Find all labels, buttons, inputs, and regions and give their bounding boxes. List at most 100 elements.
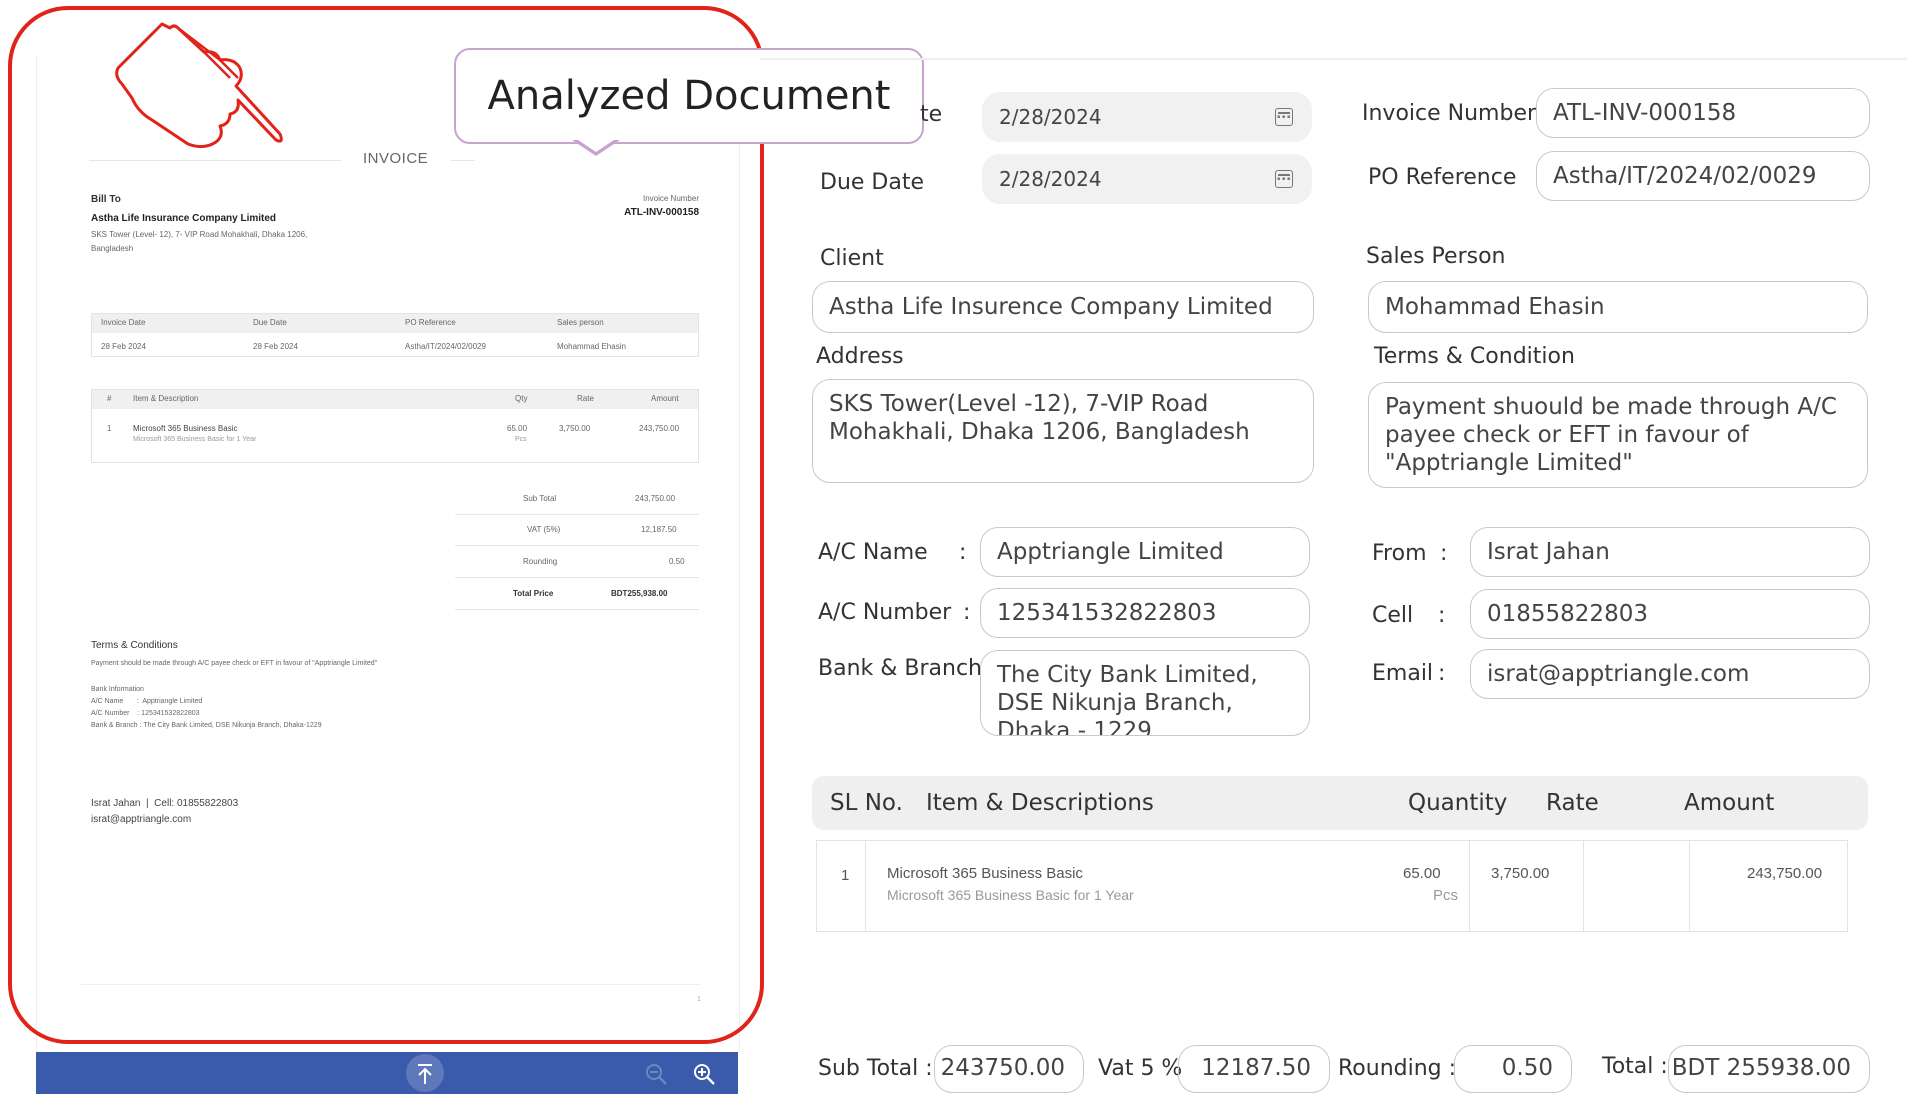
po-reference-field[interactable]: Astha/IT/2024/02/0029 — [1536, 151, 1870, 201]
top-divider — [760, 58, 1907, 60]
item-unit: Pcs — [515, 436, 527, 443]
row-item-desc: Microsoft 365 Business Basic for 1 Year — [887, 887, 1134, 903]
column-header-sl: SL No. — [830, 790, 903, 816]
preview-title: INVOICE — [363, 150, 429, 167]
column-header-rate: Rate — [1546, 790, 1599, 816]
column-divider — [1689, 841, 1690, 931]
vat-label: Vat 5 % — [1098, 1056, 1183, 1081]
total-label: Sub Total — [523, 494, 557, 503]
zoom-out-icon[interactable] — [644, 1062, 668, 1086]
page-footer-rule — [81, 984, 701, 985]
cell-value: 01855822803 — [1487, 601, 1648, 627]
contact-line: Israt Jahan | Cell: 01855822803 — [91, 798, 239, 809]
vat-field[interactable]: 12187.50 — [1178, 1045, 1330, 1093]
item-header-desc: Item & Description — [133, 394, 199, 403]
cell-field[interactable]: 01855822803 — [1470, 589, 1870, 639]
sub-total-label: Sub Total : — [818, 1056, 933, 1081]
callout-text: Analyzed Document — [487, 73, 891, 119]
invoice-number-label: Invoice Number — [642, 194, 699, 203]
page-number: 1 — [697, 996, 701, 1003]
pointing-hand-icon — [115, 22, 283, 149]
bank-heading: Bank Information — [91, 686, 144, 693]
info-header: Due Date — [253, 318, 287, 327]
items-table-header: SL No. Item & Descriptions Quantity Rate… — [812, 776, 1868, 830]
sales-person-value: Mohammad Ehasin — [1385, 294, 1605, 320]
colon: : — [1440, 541, 1448, 566]
analyzed-document-callout: Analyzed Document — [454, 48, 924, 144]
total-label: Total Price — [513, 589, 554, 598]
row-unit: Pcs — [1433, 887, 1459, 904]
row-sl: 1 — [841, 867, 850, 884]
item-header-amount: Amount — [651, 394, 679, 403]
colon: : — [959, 540, 967, 565]
terms-condition-label: Terms & Condition — [1374, 344, 1575, 369]
email-field[interactable]: israt@apptriangle.com — [1470, 649, 1870, 699]
client-field[interactable]: Astha Life Insurence Company Limited — [812, 281, 1314, 333]
total-value: 243,750.00 — [635, 494, 676, 503]
ac-number-field[interactable]: 125341532822803 — [980, 588, 1310, 638]
email-value: israt@apptriangle.com — [1487, 661, 1750, 687]
sales-person-field[interactable]: Mohammad Ehasin — [1368, 281, 1868, 333]
zoom-in-icon[interactable] — [692, 1062, 716, 1086]
terms-heading: Terms & Conditions — [91, 640, 178, 651]
item-desc: Microsoft 365 Business Basic for 1 Year — [133, 436, 257, 443]
item-qty: 65.00 — [507, 424, 528, 433]
address-value: SKS Tower(Level -12), 7-VIP Road Mohakha… — [829, 391, 1250, 445]
title-rule-right — [451, 160, 475, 161]
item-amount: 243,750.00 — [639, 424, 680, 433]
calendar-icon[interactable] — [1275, 170, 1293, 188]
column-header-quantity: Quantity — [1408, 790, 1508, 816]
client-label: Client — [820, 246, 884, 271]
total-field[interactable]: BDT 255938.00 — [1668, 1045, 1870, 1093]
calendar-icon[interactable] — [1275, 108, 1293, 126]
address-field[interactable]: SKS Tower(Level -12), 7-VIP Road Mohakha… — [812, 379, 1314, 483]
total-label: Rounding — [523, 557, 558, 566]
rounding-label: Rounding : — [1338, 1056, 1457, 1081]
totals-rule — [455, 577, 699, 578]
info-value: 28 Feb 2024 — [253, 342, 298, 351]
rounding-field[interactable]: 0.50 — [1454, 1045, 1572, 1093]
info-header: Sales person — [557, 318, 604, 327]
column-divider — [1469, 841, 1470, 931]
preview-toolbar — [36, 1052, 738, 1094]
colon: : — [1438, 661, 1446, 686]
from-field[interactable]: Israt Jahan — [1470, 527, 1870, 577]
document-preview: INVOICE Bill To Astha Life Insurance Com… — [36, 56, 740, 1052]
info-value: Mohammad Ehasin — [557, 342, 626, 351]
total-value: 12,187.50 — [641, 525, 677, 534]
due-date-field[interactable]: 2/28/2024 — [982, 154, 1312, 204]
due-date-label: Due Date — [820, 170, 924, 195]
cell-label: Cell — [1372, 603, 1414, 628]
po-reference-label: PO Reference — [1368, 165, 1517, 190]
scroll-to-top-button[interactable] — [402, 1052, 448, 1094]
item-header-rate: Rate — [577, 394, 594, 403]
column-divider — [865, 841, 866, 931]
bill-to-name: Astha Life Insurance Company Limited — [91, 213, 277, 224]
sub-total-field[interactable]: 243750.00 — [934, 1045, 1084, 1093]
info-value: 28 Feb 2024 — [101, 342, 146, 351]
invoice-number-field[interactable]: ATL-INV-000158 — [1536, 88, 1870, 138]
bill-to-address-2: Bangladesh — [91, 244, 134, 253]
info-header: Invoice Date — [101, 318, 146, 327]
bank-branch-line: Bank & Branch : The City Bank Limited, D… — [91, 722, 322, 729]
ac-name-field[interactable]: Apptriangle Limited — [980, 527, 1310, 577]
title-rule-left — [89, 160, 341, 161]
ac-name-value: Apptriangle Limited — [997, 539, 1224, 565]
invoice-date-field[interactable]: 2/28/2024 — [982, 92, 1312, 142]
terms-condition-field[interactable]: Payment shuould be made through A/C paye… — [1368, 382, 1868, 488]
invoice-number-value: ATL-INV-000158 — [624, 207, 699, 218]
callout-tail-fill — [575, 138, 617, 152]
bill-to-label: Bill To — [91, 194, 121, 205]
total-value: 0.50 — [669, 557, 685, 566]
colon: : — [1438, 603, 1446, 628]
items-table: 1 Microsoft 365 Business Basic Microsoft… — [816, 840, 1848, 932]
bank-branch-field[interactable]: The City Bank Limited, DSE Nikunja Branc… — [980, 650, 1310, 736]
email-label: Email — [1372, 661, 1434, 686]
due-date-value: 2/28/2024 — [999, 167, 1102, 191]
item-num: 1 — [107, 424, 112, 433]
from-value: Israt Jahan — [1487, 539, 1610, 565]
item-header-qty: Qty — [515, 394, 528, 403]
invoice-date-label: te — [920, 102, 943, 127]
colon: : — [963, 600, 971, 625]
bank-branch-value: The City Bank Limited, DSE Nikunja Branc… — [997, 662, 1258, 736]
